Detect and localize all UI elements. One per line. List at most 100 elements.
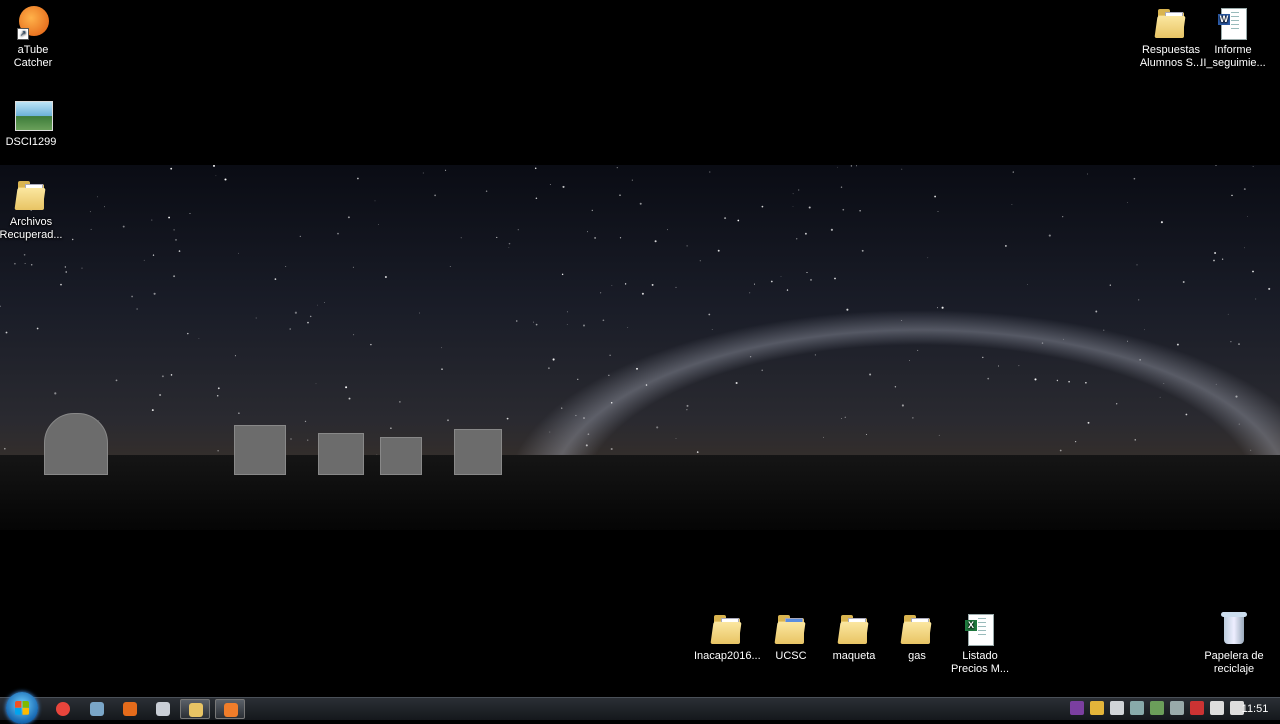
star	[608, 374, 610, 376]
star	[1127, 202, 1128, 203]
star	[856, 165, 857, 167]
start-button[interactable]	[6, 692, 38, 724]
folder-icon	[710, 612, 743, 646]
star	[441, 347, 443, 349]
star	[823, 436, 824, 438]
star	[735, 381, 738, 385]
system-clock[interactable]: 11:51	[1230, 698, 1280, 720]
star	[1059, 449, 1062, 452]
star	[941, 306, 944, 309]
star	[806, 271, 808, 274]
star	[347, 216, 350, 219]
desktop-icon-respuestas-alumnos[interactable]: Respuestas Alumnos S...	[1138, 6, 1204, 70]
star	[441, 368, 443, 370]
network-icon[interactable]	[1150, 701, 1164, 715]
observatory-dome	[44, 413, 108, 475]
desktop-icon-informe[interactable]: W Informe II_seguimie...	[1200, 6, 1266, 70]
desktop-icon-dsci1299[interactable]: DSCI1299	[0, 98, 64, 149]
star	[234, 355, 236, 357]
star	[161, 375, 164, 378]
star	[583, 417, 585, 419]
taskbar-button[interactable]	[82, 699, 112, 719]
star	[610, 402, 613, 404]
telescope-building	[318, 433, 364, 475]
ucsc-tray-icon[interactable]	[1170, 701, 1184, 715]
desktop-icon-label: gas	[908, 650, 926, 662]
taskbar-button[interactable]	[180, 699, 210, 719]
star	[151, 409, 154, 412]
taskbar-button[interactable]	[215, 699, 245, 719]
star	[587, 433, 590, 436]
flag-icon[interactable]	[1190, 701, 1204, 715]
star	[901, 168, 903, 170]
desktop-icon-maqueta[interactable]: maqueta	[821, 612, 887, 663]
star	[1215, 383, 1217, 385]
tray-shield-icon[interactable]	[1070, 701, 1084, 715]
star	[869, 373, 872, 376]
star	[561, 273, 564, 276]
tray-people-icon[interactable]	[1090, 701, 1104, 715]
star	[289, 328, 291, 330]
star	[591, 209, 593, 212]
star	[307, 439, 309, 441]
star	[1163, 382, 1165, 384]
star	[917, 349, 919, 351]
star	[1221, 258, 1224, 260]
desktop-icon-ucsc[interactable]: UCSC	[758, 612, 824, 663]
star	[937, 307, 938, 309]
star	[189, 212, 191, 215]
star	[307, 321, 309, 324]
star	[90, 228, 92, 230]
star	[324, 302, 325, 303]
folder-icon	[1154, 6, 1187, 40]
tray-app-icon[interactable]	[1130, 701, 1144, 715]
star	[238, 412, 240, 414]
battery-icon[interactable]	[1210, 701, 1224, 715]
star	[217, 387, 220, 390]
star	[641, 292, 644, 295]
desktop-icon-inacap2016[interactable]: Inacap2016...	[694, 612, 761, 663]
volume-icon[interactable]	[1110, 701, 1124, 715]
star	[934, 195, 937, 198]
star	[173, 275, 176, 278]
star	[846, 308, 849, 311]
star	[153, 292, 156, 295]
star	[317, 304, 318, 306]
desktop-icon-gas[interactable]: gas	[884, 612, 950, 663]
desktop-icon-archivos-recuperados[interactable]: Archivos Recuperad...	[0, 178, 64, 242]
star	[830, 228, 833, 231]
star	[561, 407, 563, 409]
star	[516, 320, 518, 322]
desktop-icon-recycle-bin[interactable]: Papelera de reciclaje	[1201, 612, 1267, 676]
star	[115, 379, 118, 382]
folder-icon	[837, 612, 870, 646]
desktop-icon-label: Informe II_seguimie...	[1200, 44, 1266, 69]
star	[859, 210, 861, 212]
star	[594, 236, 597, 239]
taskbar-button[interactable]	[148, 699, 178, 719]
star	[1116, 403, 1118, 405]
star	[600, 292, 602, 294]
star	[547, 367, 550, 370]
star	[717, 249, 720, 252]
taskbar-button[interactable]	[115, 699, 145, 719]
star	[619, 194, 621, 196]
star	[1185, 413, 1188, 416]
star	[566, 311, 568, 313]
desktop-icon-label: Papelera de reciclaje	[1204, 650, 1264, 675]
star	[81, 267, 83, 269]
star	[290, 438, 292, 440]
star	[549, 184, 551, 185]
telescope-building	[454, 429, 502, 475]
star	[309, 315, 312, 318]
image-file-icon	[15, 98, 53, 132]
taskbar-button[interactable]	[48, 699, 78, 719]
star	[982, 356, 984, 359]
star	[170, 167, 173, 170]
star	[535, 323, 538, 326]
desktop-icon-listado-precios[interactable]: X Listado Precios M...	[947, 612, 1013, 676]
star	[294, 311, 297, 314]
desktop-icon-atube-catcher[interactable]: ↗ aTube Catcher	[0, 6, 66, 70]
desktop-icon-label: maqueta	[832, 650, 876, 662]
star	[619, 237, 622, 239]
